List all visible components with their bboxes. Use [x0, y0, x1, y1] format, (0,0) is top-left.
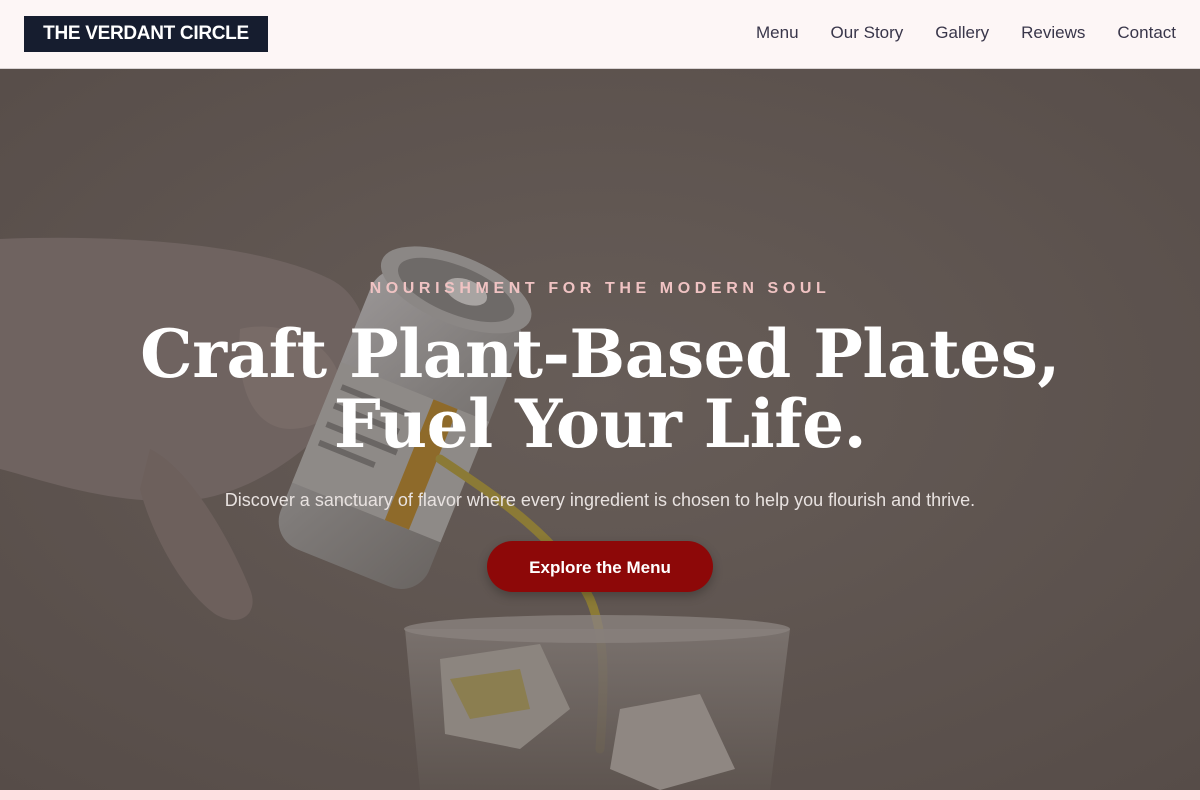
- hero-headline-line-1: Craft Plant-Based Plates,: [140, 315, 1060, 393]
- next-section-strip: [0, 790, 1200, 800]
- nav-link-menu[interactable]: Menu: [756, 22, 799, 44]
- nav-link-contact[interactable]: Contact: [1117, 22, 1176, 44]
- hero-eyebrow: NOURISHMENT FOR THE MODERN SOUL: [369, 280, 831, 297]
- hero-section: NOURISHMENT FOR THE MODERN SOUL Craft Pl…: [0, 69, 1200, 790]
- hero-subtext: Discover a sanctuary of flavor where eve…: [224, 490, 976, 510]
- hero-headline: Craft Plant-Based Plates, Fuel Your Life…: [0, 319, 1200, 459]
- nav-link-gallery[interactable]: Gallery: [935, 22, 989, 44]
- explore-menu-button[interactable]: Explore the Menu: [487, 541, 713, 592]
- main-nav: Menu Our Story Gallery Reviews Contact: [756, 22, 1176, 44]
- brand-logo[interactable]: THE VERDANT CIRCLE: [24, 16, 268, 52]
- nav-link-reviews[interactable]: Reviews: [1021, 22, 1085, 44]
- hero-headline-line-2: Fuel Your Life.: [333, 385, 867, 463]
- site-header: THE VERDANT CIRCLE Menu Our Story Galler…: [0, 0, 1200, 69]
- nav-link-our-story[interactable]: Our Story: [831, 22, 904, 44]
